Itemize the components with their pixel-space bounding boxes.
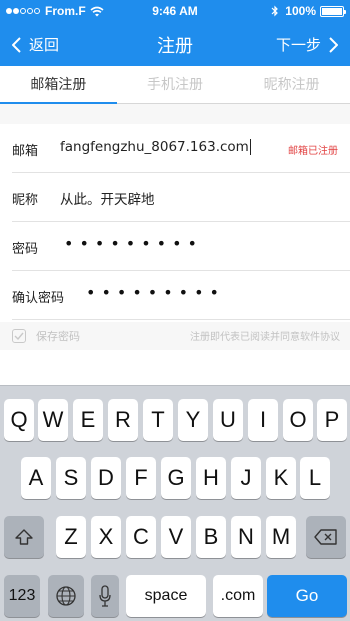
confirm-password-field[interactable]: ••••••••• xyxy=(86,283,225,302)
confirm-password-row[interactable]: 确认密码 ••••••••• xyxy=(12,271,350,320)
key-p[interactable]: P xyxy=(317,399,347,441)
key-k[interactable]: K xyxy=(266,457,296,499)
password-label: 密码 xyxy=(12,242,39,257)
nickname-label: 昵称 xyxy=(12,193,39,208)
dictation-key[interactable] xyxy=(91,575,119,617)
password-row[interactable]: 密码 ••••••••• xyxy=(12,222,350,271)
bluetooth-icon xyxy=(271,5,279,17)
delete-key[interactable] xyxy=(306,516,346,558)
save-password-checkbox[interactable] xyxy=(12,329,26,343)
key-c[interactable]: C xyxy=(126,516,156,558)
check-icon xyxy=(14,332,24,341)
key-r[interactable]: R xyxy=(108,399,138,441)
key-g[interactable]: G xyxy=(161,457,191,499)
next-button[interactable]: 下一步 xyxy=(276,34,338,55)
password-field[interactable]: ••••••••• xyxy=(64,234,203,253)
go-key[interactable]: Go xyxy=(267,575,347,617)
section-spacer xyxy=(0,104,350,124)
globe-key[interactable] xyxy=(48,575,84,617)
tab-phone[interactable]: 手机注册 xyxy=(117,66,234,103)
email-error: 邮箱已注册 xyxy=(288,146,338,157)
key-w[interactable]: W xyxy=(38,399,68,441)
email-field[interactable]: fangfengzhu_8067.163.com xyxy=(60,139,251,155)
key-u[interactable]: U xyxy=(213,399,243,441)
register-form: 邮箱 fangfengzhu_8067.163.com 邮箱已注册 昵称 从此。… xyxy=(0,124,350,320)
dotcom-key[interactable]: .com xyxy=(213,575,263,617)
key-b[interactable]: B xyxy=(196,516,226,558)
tab-nickname[interactable]: 昵称注册 xyxy=(233,66,350,103)
battery-icon xyxy=(320,5,346,17)
space-key[interactable]: space xyxy=(126,575,206,617)
key-v[interactable]: V xyxy=(161,516,191,558)
save-password-bar: 保存密码 注册即代表已阅读并同意软件协议 xyxy=(0,322,350,350)
key-z[interactable]: Z xyxy=(56,516,86,558)
chevron-right-icon xyxy=(329,36,338,53)
key-f[interactable]: F xyxy=(126,457,156,499)
status-bar: From.F 9:46 AM 100% xyxy=(0,0,350,22)
nav-bar: 返回 注册 下一步 xyxy=(0,22,350,66)
key-m[interactable]: M xyxy=(266,516,296,558)
agreement-text[interactable]: 注册即代表已阅读并同意软件协议 xyxy=(190,328,340,343)
confirm-password-label: 确认密码 xyxy=(12,291,65,306)
key-y[interactable]: Y xyxy=(178,399,208,441)
next-label: 下一步 xyxy=(275,36,321,54)
header: From.F 9:46 AM 100% 返回 注册 下一步 xyxy=(0,0,350,66)
key-e[interactable]: E xyxy=(73,399,103,441)
key-x[interactable]: X xyxy=(91,516,121,558)
keyboard: Q W E R T Y U I O P A S D F G H J K L Z … xyxy=(0,385,350,621)
text-cursor xyxy=(249,139,251,155)
email-label: 邮箱 xyxy=(12,144,39,159)
key-n[interactable]: N xyxy=(231,516,261,558)
numbers-key[interactable]: 123 xyxy=(4,575,40,617)
email-value: fangfengzhu_8067.163.com xyxy=(60,139,249,155)
nickname-field[interactable]: 从此。开天辟地 xyxy=(60,188,155,208)
nickname-row[interactable]: 昵称 从此。开天辟地 xyxy=(12,173,350,222)
globe-icon xyxy=(56,586,76,606)
key-s[interactable]: S xyxy=(56,457,86,499)
key-t[interactable]: T xyxy=(143,399,173,441)
shift-key[interactable] xyxy=(4,516,44,558)
register-tabs: 邮箱注册 手机注册 昵称注册 xyxy=(0,66,350,104)
key-l[interactable]: L xyxy=(300,457,330,499)
key-a[interactable]: A xyxy=(21,457,51,499)
key-h[interactable]: H xyxy=(196,457,226,499)
key-o[interactable]: O xyxy=(283,399,313,441)
save-password-label: 保存密码 xyxy=(36,330,80,343)
microphone-icon xyxy=(99,585,111,607)
key-d[interactable]: D xyxy=(91,457,121,499)
key-q[interactable]: Q xyxy=(4,399,34,441)
battery-percent: 100% xyxy=(285,4,316,18)
backspace-icon xyxy=(314,529,337,545)
shift-icon xyxy=(15,529,33,545)
key-i[interactable]: I xyxy=(248,399,278,441)
tab-email[interactable]: 邮箱注册 xyxy=(0,66,117,104)
key-j[interactable]: J xyxy=(231,457,261,499)
email-row[interactable]: 邮箱 fangfengzhu_8067.163.com 邮箱已注册 xyxy=(12,124,350,173)
